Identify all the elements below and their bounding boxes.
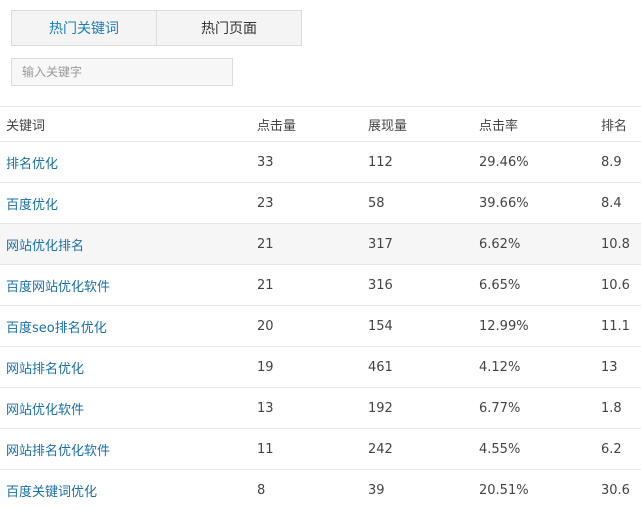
table-row: 网站优化软件 13 192 6.77% 1.8 bbox=[0, 388, 641, 429]
impressions-cell: 316 bbox=[368, 277, 393, 293]
rank-cell: 13 bbox=[601, 359, 618, 375]
rank-cell: 30.6 bbox=[601, 482, 630, 498]
keyword-link[interactable]: 百度关键词优化 bbox=[0, 470, 257, 509]
table-row: 排名优化 33 112 29.46% 8.9 bbox=[0, 142, 641, 183]
rank-cell: 11.1 bbox=[601, 318, 630, 334]
table-row: 百度seo排名优化 20 154 12.99% 11.1 bbox=[0, 306, 641, 347]
page: 热门关键词 热门页面 关键词 点击量 展现量 点击率 排名 排名优化33 112 2… bbox=[0, 0, 641, 509]
header-impressions[interactable]: 展现量 bbox=[368, 107, 479, 142]
tab-hot-pages[interactable]: 热门页面 bbox=[157, 11, 301, 45]
keyword-table: 关键词 点击量 展现量 点击率 排名 排名优化 33 112 29.46% 8.9 百度优… bbox=[0, 106, 641, 509]
keyword-link[interactable]: 百度优化 bbox=[0, 183, 257, 224]
ctr-cell: 6.62% bbox=[479, 236, 521, 252]
header-clicks[interactable]: 点击量 bbox=[257, 107, 368, 142]
keyword-link[interactable]: 网站排名优化 bbox=[0, 347, 257, 388]
rank-cell: 6.2 bbox=[601, 441, 622, 457]
table-row: 网站排名优化 19 461 4.12% 13 bbox=[0, 347, 641, 388]
table-row: 百度优化 23 58 39.66% 8.4 bbox=[0, 183, 641, 224]
table-row: 网站优化排名 21 317 6.62% 10.8 bbox=[0, 223, 641, 265]
impressions-cell: 317 bbox=[368, 236, 393, 252]
rank-cell: 8.4 bbox=[601, 195, 622, 211]
clicks-cell: 19 bbox=[257, 359, 274, 375]
impressions-cell: 112 bbox=[368, 154, 393, 170]
table-row: 网站排名优化软件 11 242 4.55% 6.2 bbox=[0, 429, 641, 470]
tab-hot-keywords[interactable]: 热门关键词 bbox=[12, 11, 157, 45]
clicks-cell: 23 bbox=[257, 195, 274, 211]
clicks-cell: 8 bbox=[257, 482, 266, 498]
rank-cell: 10.6 bbox=[601, 277, 630, 293]
ctr-cell: 29.46% bbox=[479, 154, 529, 170]
ctr-cell: 20.51% bbox=[479, 482, 529, 498]
ctr-cell: 6.77% bbox=[479, 400, 521, 416]
table-row: 百度关键词优化 8 39 20.51% 30.6 bbox=[0, 470, 641, 509]
clicks-cell: 11 bbox=[257, 441, 274, 457]
clicks-cell: 21 bbox=[257, 277, 274, 293]
impressions-cell: 461 bbox=[368, 359, 393, 375]
ctr-cell: 12.99% bbox=[479, 318, 529, 334]
clicks-cell: 33 bbox=[257, 154, 274, 170]
rank-cell: 10.8 bbox=[601, 236, 630, 252]
search-box bbox=[11, 58, 233, 86]
impressions-cell: 242 bbox=[368, 441, 393, 457]
keyword-link[interactable]: 网站优化排名 bbox=[0, 224, 257, 265]
search-input[interactable] bbox=[12, 59, 232, 85]
clicks-cell: 20 bbox=[257, 318, 274, 334]
keyword-link[interactable]: 百度seo排名优化 bbox=[0, 306, 257, 347]
table-row: 百度网站优化软件 21 316 6.65% 10.6 bbox=[0, 265, 641, 306]
ctr-cell: 39.66% bbox=[479, 195, 529, 211]
header-ctr[interactable]: 点击率 bbox=[479, 107, 601, 142]
table-body: 排名优化 33 112 29.46% 8.9 百度优化 23 58 39.66% 8.4 网站优化排… bbox=[0, 142, 641, 509]
keyword-link[interactable]: 百度网站优化软件 bbox=[0, 265, 257, 306]
clicks-cell: 21 bbox=[257, 236, 274, 252]
ctr-cell: 4.12% bbox=[479, 359, 521, 375]
header-rank[interactable]: 排名 bbox=[601, 107, 641, 142]
clicks-cell: 13 bbox=[257, 400, 274, 416]
keyword-link[interactable]: 网站优化软件 bbox=[0, 388, 257, 429]
impressions-cell: 154 bbox=[368, 318, 393, 334]
rank-cell: 8.9 bbox=[601, 154, 622, 170]
rank-cell: 1.8 bbox=[601, 400, 622, 416]
impressions-cell: 192 bbox=[368, 400, 393, 416]
ctr-cell: 6.65% bbox=[479, 277, 521, 293]
impressions-cell: 58 bbox=[368, 195, 385, 211]
impressions-cell: 39 bbox=[368, 482, 385, 498]
ctr-cell: 4.55% bbox=[479, 441, 521, 457]
keyword-link[interactable]: 排名优化 bbox=[0, 142, 257, 183]
keyword-link[interactable]: 网站排名优化软件 bbox=[0, 429, 257, 470]
table-header-row: 关键词 点击量 展现量 点击率 排名 bbox=[0, 106, 641, 142]
header-keyword[interactable]: 关键词 bbox=[0, 107, 257, 142]
tab-bar: 热门关键词 热门页面 bbox=[11, 10, 302, 46]
